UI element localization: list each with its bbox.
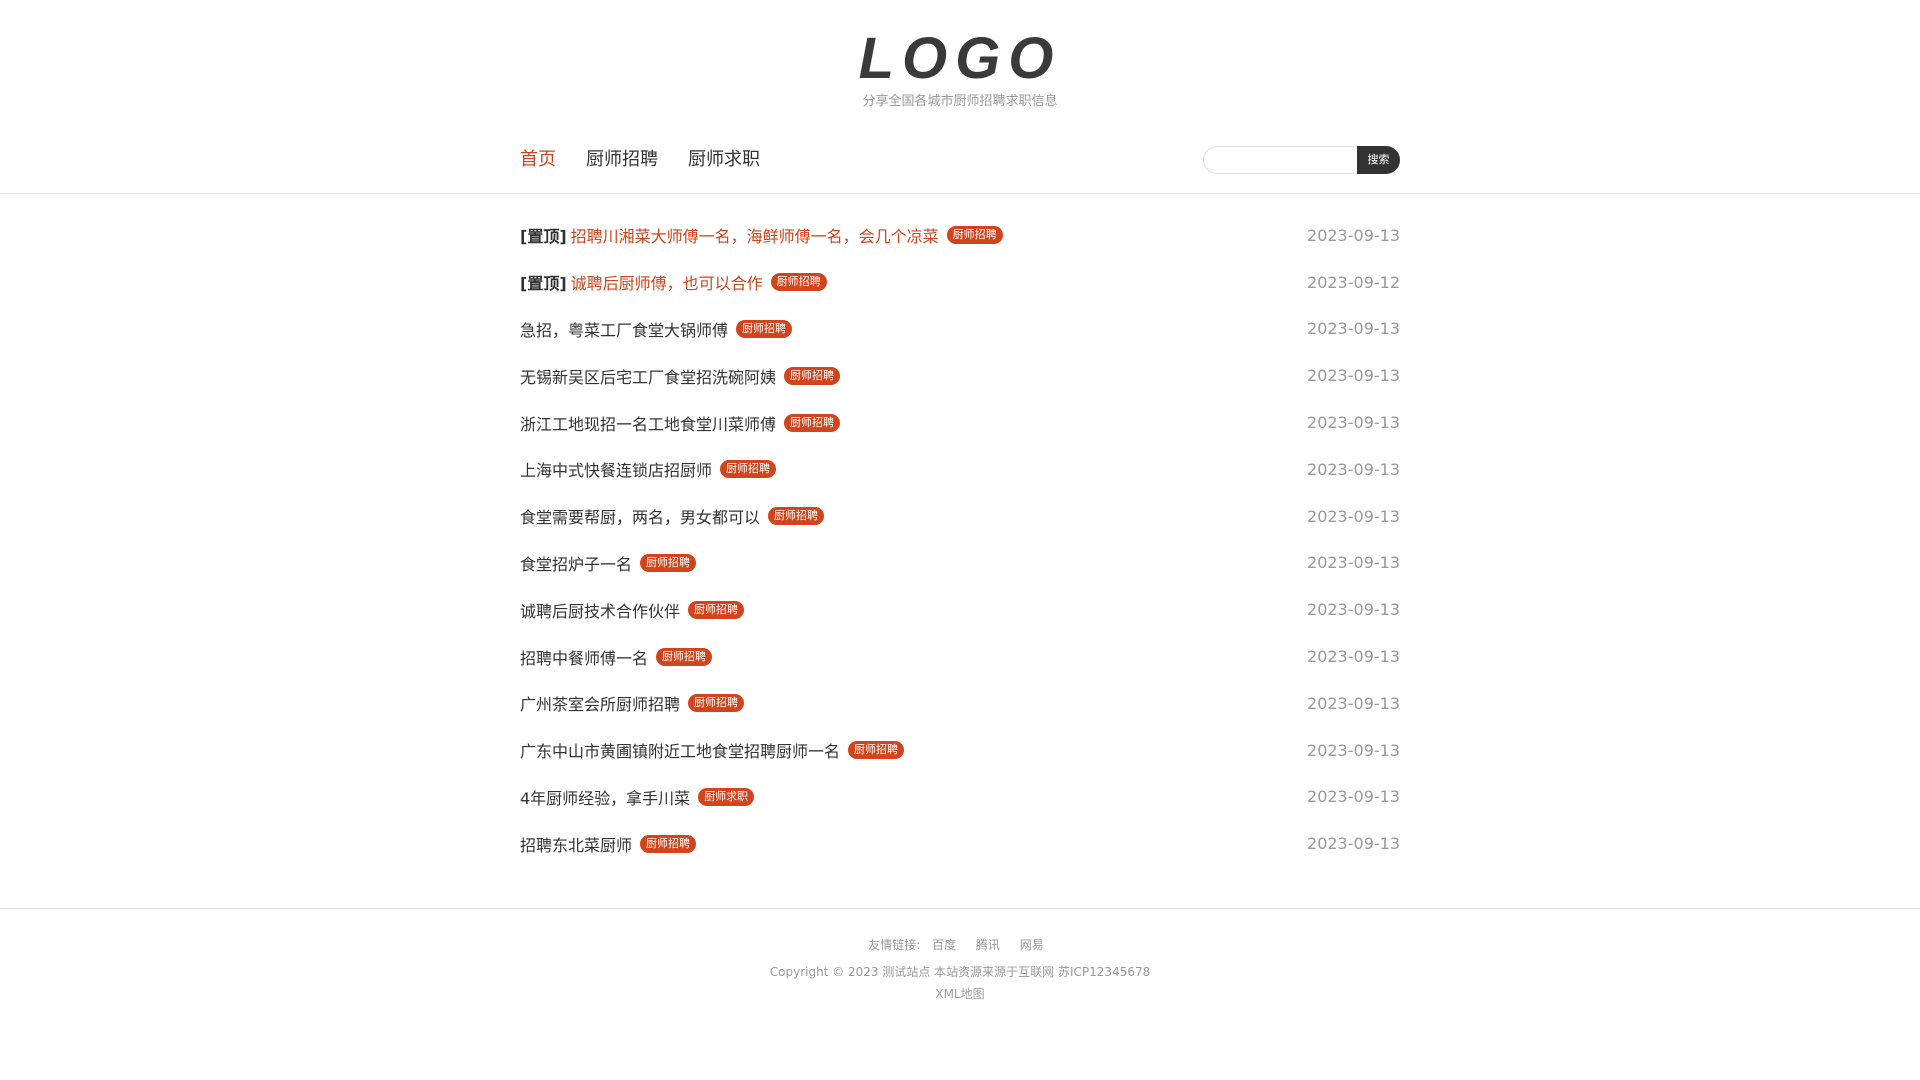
post-date: 2023-09-13: [1307, 787, 1400, 807]
friend-link-netease[interactable]: 网易: [1020, 938, 1044, 952]
list-item-main: 招聘东北菜厨师 厨师招聘: [520, 832, 697, 856]
list-item[interactable]: 无锡新吴区后宅工厂食堂招洗碗阿姨 厨师招聘 2023-09-13: [520, 352, 1400, 399]
list-item-main: 招聘中餐师傅一名 厨师招聘: [520, 645, 713, 669]
post-date: 2023-09-13: [1307, 740, 1400, 760]
site-logo[interactable]: LOGO: [0, 24, 1920, 94]
list-item-main: 急招，粤菜工厂食堂大锅师傅 厨师招聘: [520, 317, 793, 341]
category-badge[interactable]: 厨师招聘: [946, 226, 1003, 245]
list-item[interactable]: [置顶] 诚聘后厨师傅，也可以合作 厨师招聘 2023-09-12: [520, 259, 1400, 306]
list-item[interactable]: 招聘中餐师傅一名 厨师招聘 2023-09-13: [520, 633, 1400, 680]
list-item[interactable]: 急招，粤菜工厂食堂大锅师傅 厨师招聘 2023-09-13: [520, 306, 1400, 353]
list-item[interactable]: 4年厨师经验，拿手川菜 厨师求职 2023-09-13: [520, 774, 1400, 821]
list-item-main: 上海中式快餐连锁店招厨师 厨师招聘: [520, 457, 777, 481]
nav-item-chef-job-seeking[interactable]: 厨师求职: [688, 148, 760, 172]
post-title-link[interactable]: 招聘川湘菜大师傅一名，海鲜师傅一名，会几个凉菜: [571, 223, 939, 247]
friend-links-label: 友情链接:: [868, 938, 921, 952]
category-badge[interactable]: 厨师招聘: [848, 741, 905, 760]
post-title-link[interactable]: 浙江工地现招一名工地食堂川菜师傅: [520, 411, 776, 435]
list-item-main: 食堂招炉子一名 厨师招聘: [520, 551, 697, 575]
category-badge[interactable]: 厨师招聘: [640, 834, 697, 853]
pinned-label: [置顶]: [520, 274, 567, 294]
category-badge[interactable]: 厨师招聘: [736, 319, 793, 338]
list-item-main: 无锡新吴区后宅工厂食堂招洗碗阿姨 厨师招聘: [520, 364, 841, 388]
friend-links: 友情链接: 百度 腾讯 网易: [0, 937, 1920, 953]
friend-link-tencent[interactable]: 腾讯: [976, 938, 1000, 952]
post-title-link[interactable]: 招聘中餐师傅一名: [520, 645, 648, 669]
search-input[interactable]: [1203, 146, 1359, 174]
category-badge[interactable]: 厨师招聘: [688, 694, 745, 713]
category-badge[interactable]: 厨师招聘: [768, 507, 825, 526]
post-date: 2023-09-13: [1307, 693, 1400, 713]
list-item[interactable]: 诚聘后厨技术合作伙伴 厨师招聘 2023-09-13: [520, 586, 1400, 633]
list-item[interactable]: 广州茶室会所厨师招聘 厨师招聘 2023-09-13: [520, 680, 1400, 727]
list-item[interactable]: 上海中式快餐连锁店招厨师 厨师招聘 2023-09-13: [520, 446, 1400, 493]
category-badge[interactable]: 厨师招聘: [784, 366, 841, 385]
post-date: 2023-09-13: [1307, 834, 1400, 854]
sitemap-link[interactable]: XML地图: [935, 987, 984, 1001]
post-title-link[interactable]: 诚聘后厨技术合作伙伴: [520, 598, 680, 622]
search-box: 搜索: [1203, 146, 1400, 174]
category-badge[interactable]: 厨师招聘: [784, 413, 841, 432]
post-date: 2023-09-13: [1307, 319, 1400, 339]
post-date: 2023-09-13: [1307, 506, 1400, 526]
list-item[interactable]: 招聘东北菜厨师 厨师招聘 2023-09-13: [520, 820, 1400, 867]
post-date: 2023-09-13: [1307, 459, 1400, 479]
post-title-link[interactable]: 食堂招炉子一名: [520, 551, 632, 575]
list-item[interactable]: 食堂招炉子一名 厨师招聘 2023-09-13: [520, 540, 1400, 587]
list-item-main: [置顶] 诚聘后厨师傅，也可以合作 厨师招聘: [520, 270, 827, 294]
nav-item-home[interactable]: 首页: [520, 148, 556, 172]
post-title-link[interactable]: 上海中式快餐连锁店招厨师: [520, 457, 712, 481]
list-item-main: 4年厨师经验，拿手川菜 厨师求职: [520, 785, 755, 809]
category-badge[interactable]: 厨师招聘: [656, 647, 713, 666]
sitemap-row: XML地图: [0, 986, 1920, 1002]
post-title-link[interactable]: 招聘东北菜厨师: [520, 832, 632, 856]
search-button[interactable]: 搜索: [1357, 146, 1400, 174]
pinned-label: [置顶]: [520, 227, 567, 247]
post-title-link[interactable]: 广州茶室会所厨师招聘: [520, 691, 680, 715]
post-date: 2023-09-13: [1307, 553, 1400, 573]
post-date: 2023-09-13: [1307, 225, 1400, 245]
category-badge[interactable]: 厨师求职: [698, 787, 755, 806]
post-title-link[interactable]: 无锡新吴区后宅工厂食堂招洗碗阿姨: [520, 364, 776, 388]
category-badge[interactable]: 厨师招聘: [770, 273, 827, 292]
site-footer: 友情链接: 百度 腾讯 网易 Copyright © 2023 测试站点 本站资…: [0, 908, 1920, 1001]
post-title-link[interactable]: 急招，粤菜工厂食堂大锅师傅: [520, 317, 728, 341]
nav-item-chef-recruitment[interactable]: 厨师招聘: [586, 148, 658, 172]
list-item-main: 广东中山市黄圃镇附近工地食堂招聘厨师一名 厨师招聘: [520, 738, 905, 762]
list-item[interactable]: 广东中山市黄圃镇附近工地食堂招聘厨师一名 厨师招聘 2023-09-13: [520, 727, 1400, 774]
list-item-main: [置顶] 招聘川湘菜大师傅一名，海鲜师傅一名，会几个凉菜 厨师招聘: [520, 223, 1003, 247]
post-date: 2023-09-12: [1307, 272, 1400, 292]
category-badge[interactable]: 厨师招聘: [688, 600, 745, 619]
post-title-link[interactable]: 食堂需要帮厨，两名，男女都可以: [520, 504, 760, 528]
post-date: 2023-09-13: [1307, 413, 1400, 433]
list-item[interactable]: [置顶] 招聘川湘菜大师傅一名，海鲜师傅一名，会几个凉菜 厨师招聘 2023-09-1…: [520, 212, 1400, 259]
post-list: [置顶] 招聘川湘菜大师傅一名，海鲜师傅一名，会几个凉菜 厨师招聘 2023-09-1…: [520, 212, 1400, 867]
list-item-main: 广州茶室会所厨师招聘 厨师招聘: [520, 691, 745, 715]
post-date: 2023-09-13: [1307, 600, 1400, 620]
post-title-link[interactable]: 广东中山市黄圃镇附近工地食堂招聘厨师一名: [520, 738, 840, 762]
friend-link-baidu[interactable]: 百度: [932, 938, 956, 952]
post-title-link[interactable]: 诚聘后厨师傅，也可以合作: [571, 270, 763, 294]
site-header: LOGO 分享全国各城市厨师招聘求职信息 首页 厨师招聘 厨师求职 搜索: [0, 0, 1920, 194]
list-item[interactable]: 浙江工地现招一名工地食堂川菜师傅 厨师招聘 2023-09-13: [520, 399, 1400, 446]
list-item-main: 浙江工地现招一名工地食堂川菜师傅 厨师招聘: [520, 411, 841, 435]
site-tagline: 分享全国各城市厨师招聘求职信息: [862, 94, 1058, 109]
list-item-main: 诚聘后厨技术合作伙伴 厨师招聘: [520, 598, 745, 622]
post-date: 2023-09-13: [1307, 366, 1400, 386]
main-nav: 首页 厨师招聘 厨师求职: [520, 148, 790, 172]
category-badge[interactable]: 厨师招聘: [640, 553, 697, 572]
post-title-link[interactable]: 4年厨师经验，拿手川菜: [520, 785, 690, 809]
copyright-text: Copyright © 2023 测试站点 本站资源来源于互联网 苏ICP123…: [769, 965, 1151, 979]
list-item[interactable]: 食堂需要帮厨，两名，男女都可以 厨师招聘 2023-09-13: [520, 493, 1400, 540]
category-badge[interactable]: 厨师招聘: [720, 460, 777, 479]
list-item-main: 食堂需要帮厨，两名，男女都可以 厨师招聘: [520, 504, 825, 528]
post-date: 2023-09-13: [1307, 647, 1400, 667]
